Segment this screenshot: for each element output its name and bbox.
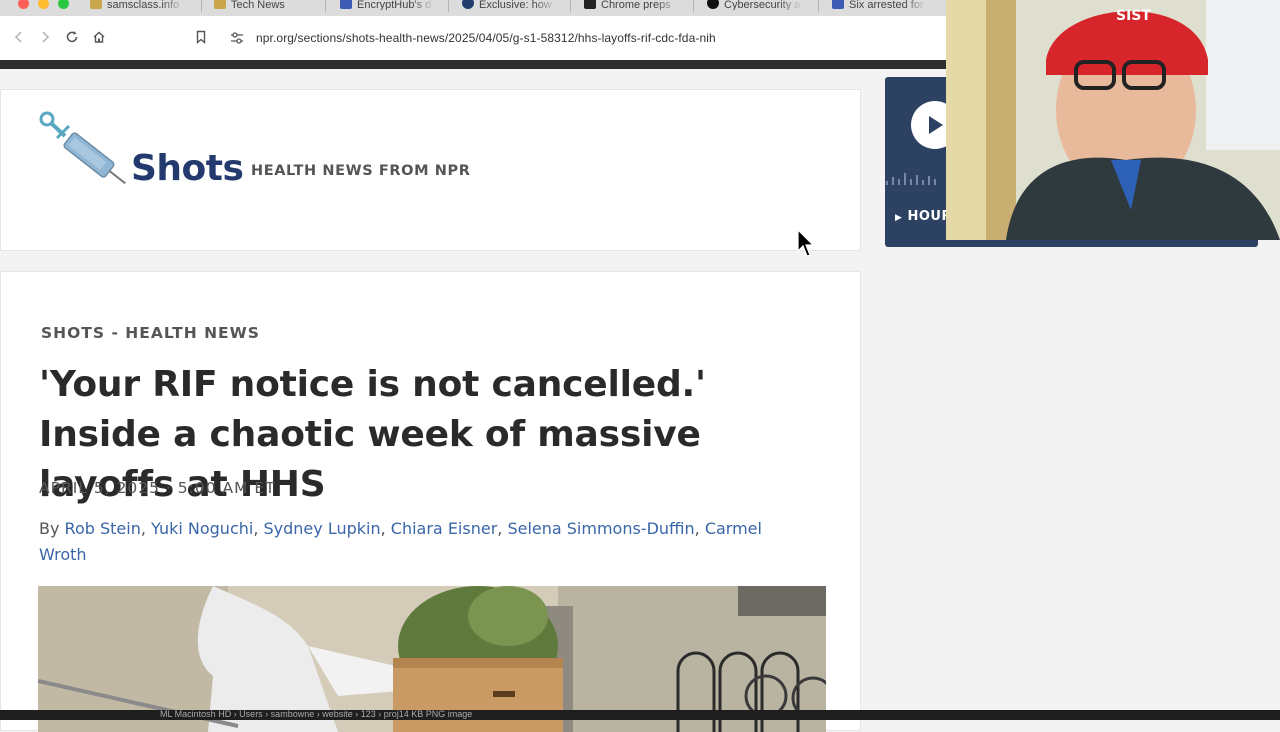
- tab-favicon-icon: [90, 0, 102, 9]
- reload-icon: [66, 31, 78, 43]
- tab-title: samsclass.info: [107, 0, 180, 10]
- tab-encrypthub[interactable]: EncryptHub's d: [340, 0, 435, 16]
- tab-tech-news[interactable]: Tech News: [214, 0, 309, 16]
- reload-button[interactable]: [61, 26, 83, 48]
- tab-separator: [818, 0, 819, 12]
- forward-button[interactable]: [34, 26, 56, 48]
- tab-title: Cybersecurity a: [724, 0, 801, 10]
- tab-separator: [201, 0, 202, 12]
- article-date: APRIL 5, 2025 · 5:00 AM ET: [39, 479, 276, 497]
- section-link[interactable]: SHOTS - HEALTH NEWS: [41, 324, 260, 342]
- tab-favicon-icon: [214, 0, 226, 9]
- tab-cybersecurity[interactable]: Cybersecurity a: [707, 0, 802, 16]
- tab-separator: [693, 0, 694, 12]
- home-icon: [93, 31, 105, 43]
- author-link[interactable]: Yuki Noguchi: [151, 519, 253, 538]
- tab-separator: [325, 0, 326, 12]
- address-bar[interactable]: npr.org/sections/shots-health-news/2025/…: [222, 24, 962, 52]
- article-byline: By Rob Stein, Yuki Noguchi, Sydney Lupki…: [39, 519, 762, 564]
- tune-icon[interactable]: [228, 29, 246, 47]
- section-header: Shots HEALTH NEWS FROM NPR: [0, 89, 861, 251]
- byline-prefix: By: [39, 519, 60, 538]
- tab-title: EncryptHub's d: [357, 0, 432, 10]
- hourly-news-label[interactable]: ▶ HOUR: [895, 209, 952, 224]
- tab-six-arrested[interactable]: Six arrested for: [832, 0, 927, 16]
- chevron-right-icon: [42, 31, 50, 43]
- article-card: SHOTS - HEALTH NEWS 'Your RIF notice is …: [0, 271, 861, 732]
- close-window-button[interactable]: [18, 0, 29, 9]
- tab-title: Six arrested for: [849, 0, 924, 10]
- tab-title: Exclusive: how: [479, 0, 552, 10]
- logo-text[interactable]: Shots: [131, 148, 244, 189]
- bookmark-button[interactable]: [190, 26, 212, 48]
- svg-text:SIST: SIST: [1116, 8, 1151, 24]
- back-button[interactable]: [8, 26, 30, 48]
- logo-tagline: HEALTH NEWS FROM NPR: [251, 163, 471, 179]
- audio-waveform-icon: [886, 173, 936, 185]
- minimize-window-button[interactable]: [38, 0, 49, 9]
- tab-title: Chrome preps: [601, 0, 671, 10]
- tab-favicon-icon: [832, 0, 844, 9]
- author-link[interactable]: Sydney Lupkin: [264, 519, 381, 538]
- url-text: npr.org/sections/shots-health-news/2025/…: [256, 31, 716, 45]
- bookmark-icon: [196, 30, 206, 44]
- play-icon: [929, 116, 943, 134]
- tab-chrome-preps[interactable]: Chrome preps: [584, 0, 679, 16]
- tab-favicon-icon: [707, 0, 719, 9]
- finder-path-bar: ML Macintosh HD › Users › sambowne › web…: [0, 710, 1280, 720]
- path-text: ML Macintosh HD › Users › sambowne › web…: [160, 710, 473, 719]
- tab-samsclass[interactable]: samsclass.info: [90, 0, 185, 16]
- author-link[interactable]: Chiara Eisner: [391, 519, 497, 538]
- author-link[interactable]: Rob Stein: [65, 519, 141, 538]
- tab-favicon-icon: [340, 0, 352, 9]
- tab-favicon-icon: [462, 0, 474, 9]
- chevron-left-icon: [14, 31, 22, 43]
- tab-favicon-icon: [584, 0, 596, 9]
- tab-title: Tech News: [231, 0, 285, 10]
- author-link[interactable]: Selena Simmons-Duffin: [507, 519, 694, 538]
- triangle-right-icon: ▶: [895, 213, 903, 223]
- webcam-overlay: SIST: [946, 0, 1280, 240]
- home-button[interactable]: [88, 26, 110, 48]
- tab-separator: [448, 0, 449, 12]
- tab-separator: [570, 0, 571, 12]
- tab-exclusive[interactable]: Exclusive: how: [462, 0, 557, 16]
- mouse-cursor-icon: [797, 229, 815, 257]
- zoom-window-button[interactable]: [58, 0, 69, 9]
